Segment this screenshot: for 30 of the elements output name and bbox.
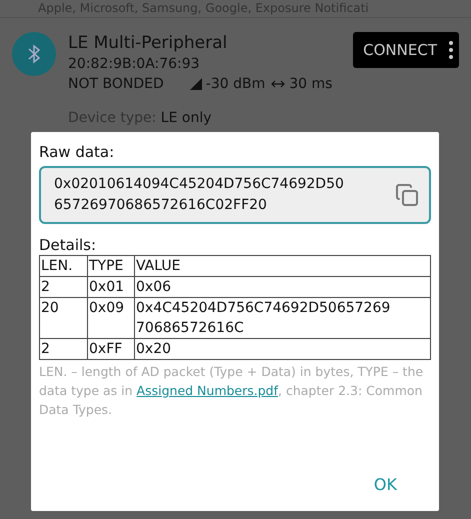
interval-icon <box>271 79 286 89</box>
table-cell: 2 <box>40 338 88 360</box>
table-cell: 2 <box>40 276 88 298</box>
column-header: TYPE <box>88 256 134 276</box>
table-cell: 0x20 <box>134 338 430 360</box>
connect-button[interactable]: CONNECT <box>353 32 459 68</box>
interval-value: 30 ms <box>289 75 332 94</box>
table-cell: 20 <box>40 298 88 338</box>
table-cell: 0xFF <box>88 338 134 360</box>
signal-icon <box>190 78 202 90</box>
raw-data-label: Raw data: <box>39 142 116 162</box>
device-type-value: LE only <box>160 110 212 126</box>
assigned-numbers-link[interactable]: Assigned Numbers.pdf <box>136 383 278 398</box>
details-label: Details: <box>39 236 98 255</box>
copy-icon[interactable] <box>395 183 419 207</box>
table-cell: 0x09 <box>88 298 134 338</box>
table-note: LEN. – length of AD packet (Type + Data) in bytes, TYPE – the data type as in Assigned Numbers.pdf, chapter 2.3: Common Data Types. <box>39 363 424 419</box>
column-header: LEN. <box>40 256 88 276</box>
device-name: LE Multi-Peripheral <box>68 32 228 54</box>
column-header: VALUE <box>134 256 430 276</box>
raw-data-value: 0x02010614094C45204D756C74692D50 65726970686572616C02FF20 <box>54 175 344 215</box>
device-address: 20:82:9B:0A:76:93 <box>68 55 201 74</box>
bluetooth-icon <box>12 32 56 76</box>
ok-button[interactable]: OK <box>374 473 397 497</box>
table-cell: 0x06 <box>134 276 430 298</box>
table-cell: 0x01 <box>88 276 134 298</box>
more-icon[interactable] <box>449 41 453 59</box>
table-cell: 0x4C45204D756C74692D50657269 70686572616C <box>134 298 430 338</box>
bond-state: NOT BONDED <box>68 75 164 94</box>
rssi-value: -30 dBm <box>206 75 266 94</box>
